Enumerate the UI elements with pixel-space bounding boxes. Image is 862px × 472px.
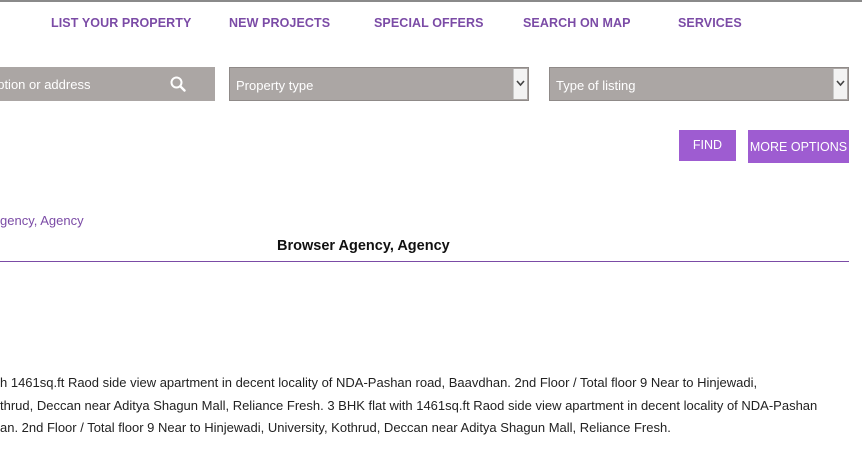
listing-type-value: Type of listing [556, 78, 636, 93]
property-type-select[interactable]: Property type [229, 67, 529, 101]
breadcrumb[interactable]: gency, Agency [0, 213, 84, 228]
property-type-value: Property type [236, 78, 314, 93]
more-options-button[interactable]: MORE OPTIONS [748, 130, 849, 163]
nav-list-your-property[interactable]: LIST YOUR PROPERTY [51, 16, 191, 30]
nav-new-projects[interactable]: NEW PROJECTS [229, 16, 330, 30]
description-line: an. 2nd Floor / Total floor 9 Near to Hi… [0, 420, 671, 435]
title-divider [0, 261, 849, 262]
description-line: thrud, Deccan near Aditya Shagun Mall, R… [0, 398, 818, 413]
search-input[interactable]: ription or address [0, 77, 160, 92]
listing-type-select[interactable]: Type of listing [549, 67, 849, 101]
nav-special-offers[interactable]: SPECIAL OFFERS [374, 16, 484, 30]
top-border [0, 0, 862, 2]
description-line: h 1461sq.ft Raod side view apartment in … [0, 375, 758, 390]
find-button[interactable]: FIND [679, 130, 736, 161]
page-title: Browser Agency, Agency [277, 238, 450, 254]
search-icon[interactable] [170, 76, 186, 92]
search-field: ription or address [0, 67, 215, 101]
chevron-down-icon[interactable] [513, 69, 527, 99]
nav-services[interactable]: SERVICES [678, 16, 742, 30]
nav-search-on-map[interactable]: SEARCH ON MAP [523, 16, 631, 30]
chevron-down-icon[interactable] [833, 69, 847, 99]
